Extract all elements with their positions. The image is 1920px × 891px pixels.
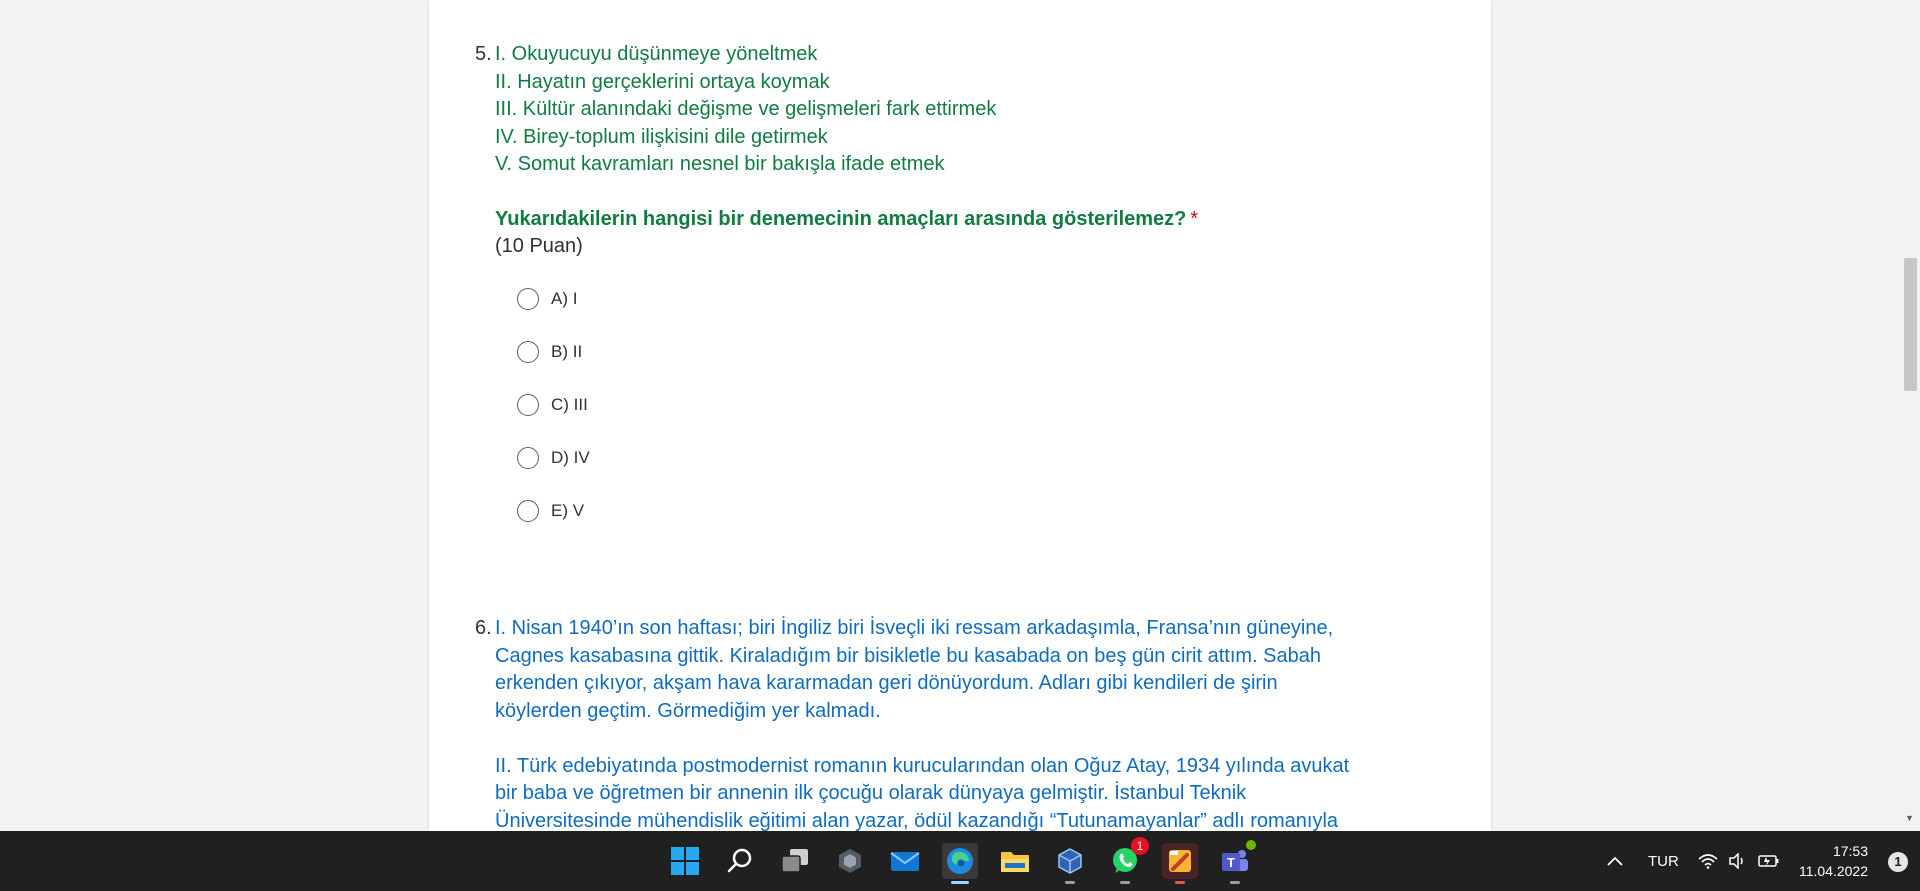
wifi-icon[interactable] bbox=[1698, 831, 1718, 891]
file-explorer-icon[interactable] bbox=[997, 843, 1033, 879]
notification-badge: 1 bbox=[1131, 837, 1149, 855]
paint-app-icon[interactable] bbox=[1162, 843, 1198, 884]
required-mark: * bbox=[1190, 207, 1199, 230]
question-6: 6. I. Nisan 1940’ın son haftası; biri İn… bbox=[475, 615, 1395, 832]
show-hidden-icons-chevron-icon[interactable] bbox=[1606, 831, 1624, 891]
question-5: 5. I. Okuyucuyu düşünmeye yöneltmek II. … bbox=[475, 41, 1395, 261]
page-scrollbar[interactable]: ▼ bbox=[1900, 0, 1920, 831]
option-label: D) IV bbox=[551, 448, 590, 467]
paragraph-line: köylerden geçtim. Görmediğim yer kalmadı… bbox=[495, 699, 881, 722]
clock-time: 17:53 bbox=[1832, 843, 1868, 859]
statement-5: V. Somut kavramları nesnel bir bakışla i… bbox=[495, 153, 945, 175]
start-icon[interactable] bbox=[667, 843, 703, 879]
option-label: E) V bbox=[551, 501, 585, 520]
search-icon[interactable] bbox=[722, 843, 758, 879]
scroll-down-arrow-icon[interactable]: ▼ bbox=[1905, 813, 1914, 823]
whatsapp-icon[interactable]: 1 bbox=[1107, 837, 1149, 884]
paragraph-line: I. Nisan 1940’ın son haftası; biri İngil… bbox=[495, 617, 1334, 639]
form-card: 5. I. Okuyucuyu düşünmeye yöneltmek II. … bbox=[429, 0, 1491, 831]
option-a[interactable]: A) I bbox=[517, 288, 590, 310]
widgets-icon[interactable] bbox=[832, 843, 868, 879]
edge-icon[interactable] bbox=[942, 843, 978, 884]
form-page: 5. I. Okuyucuyu düşünmeye yöneltmek II. … bbox=[0, 0, 1920, 831]
question-paragraph-1: I. Nisan 1940’ın son haftası; biri İngil… bbox=[495, 615, 1395, 725]
radio-button[interactable] bbox=[517, 500, 539, 522]
taskbar: 1 T TUR 17:53 11.04.2022 1 bbox=[0, 831, 1920, 891]
radio-button[interactable] bbox=[517, 394, 539, 416]
question-paragraph-2: II. Türk edebiyatında postmodernist roma… bbox=[495, 753, 1395, 832]
mail-icon[interactable] bbox=[887, 843, 923, 879]
question-number: 6. bbox=[475, 617, 492, 639]
paragraph-line: Üniversitesinde mühendislik eğitimi alan… bbox=[495, 809, 1339, 832]
statement-3: III. Kültür alanındaki değişme ve gelişm… bbox=[495, 98, 997, 120]
statement-1: I. Okuyucuyu düşünmeye yöneltmek bbox=[495, 43, 818, 65]
clock-date: 11.04.2022 bbox=[1798, 863, 1868, 879]
virtualbox-icon[interactable] bbox=[1052, 843, 1088, 884]
volume-icon[interactable] bbox=[1728, 831, 1748, 891]
radio-button[interactable] bbox=[517, 288, 539, 310]
question-statements: I. Okuyucuyu düşünmeye yöneltmek II. Hay… bbox=[495, 41, 1395, 179]
question-prompt-text: Yukarıdakilerin hangisi bir denemecinin … bbox=[495, 207, 1187, 230]
option-label: B) II bbox=[551, 342, 583, 361]
presence-indicator bbox=[1245, 839, 1257, 851]
option-d[interactable]: D) IV bbox=[517, 447, 590, 469]
running-indicator bbox=[1065, 881, 1075, 884]
system-clock[interactable]: 17:53 11.04.2022 bbox=[1799, 841, 1868, 881]
statement-2: II. Hayatın gerçeklerini ortaya koymak bbox=[495, 70, 830, 93]
scrollbar-thumb[interactable] bbox=[1904, 258, 1917, 391]
option-e[interactable]: E) V bbox=[517, 500, 590, 522]
running-indicator bbox=[1120, 881, 1130, 884]
radio-button[interactable] bbox=[517, 447, 539, 469]
svg-text:T: T bbox=[1227, 855, 1235, 870]
battery-icon[interactable] bbox=[1758, 831, 1780, 891]
paragraph-line: erkenden çıkıyor, akşam hava kararmadan … bbox=[495, 672, 1278, 694]
question-prompt: Yukarıdakilerin hangisi bir denemecinin … bbox=[495, 206, 1395, 234]
statement-4: IV. Birey-toplum ilişkisini dile getirme… bbox=[495, 125, 828, 148]
teams-icon[interactable]: T bbox=[1217, 839, 1257, 884]
running-indicator bbox=[1175, 881, 1185, 884]
paragraph-line: Cagnes kasabasına gittik. Kiraladığım bi… bbox=[495, 644, 1322, 667]
task-view-icon[interactable] bbox=[777, 843, 813, 879]
question-points: (10 Puan) bbox=[495, 235, 583, 257]
running-indicator bbox=[1230, 881, 1240, 884]
radio-button[interactable] bbox=[517, 341, 539, 363]
option-b[interactable]: B) II bbox=[517, 341, 590, 363]
paragraph-line: II. Türk edebiyatında postmodernist roma… bbox=[495, 754, 1350, 777]
question-number: 5. bbox=[475, 43, 492, 65]
notification-center-icon[interactable]: 1 bbox=[1888, 852, 1908, 872]
running-indicator bbox=[951, 881, 969, 884]
option-label: A) I bbox=[551, 289, 578, 308]
paragraph-line: bir baba ve öğretmen bir annenin ilk çoc… bbox=[495, 782, 1247, 804]
option-label: C) III bbox=[551, 395, 588, 414]
option-c[interactable]: C) III bbox=[517, 394, 590, 416]
answer-options: A) I B) II C) III D) IV E) V bbox=[517, 288, 590, 553]
language-indicator[interactable]: TUR bbox=[1648, 831, 1679, 891]
